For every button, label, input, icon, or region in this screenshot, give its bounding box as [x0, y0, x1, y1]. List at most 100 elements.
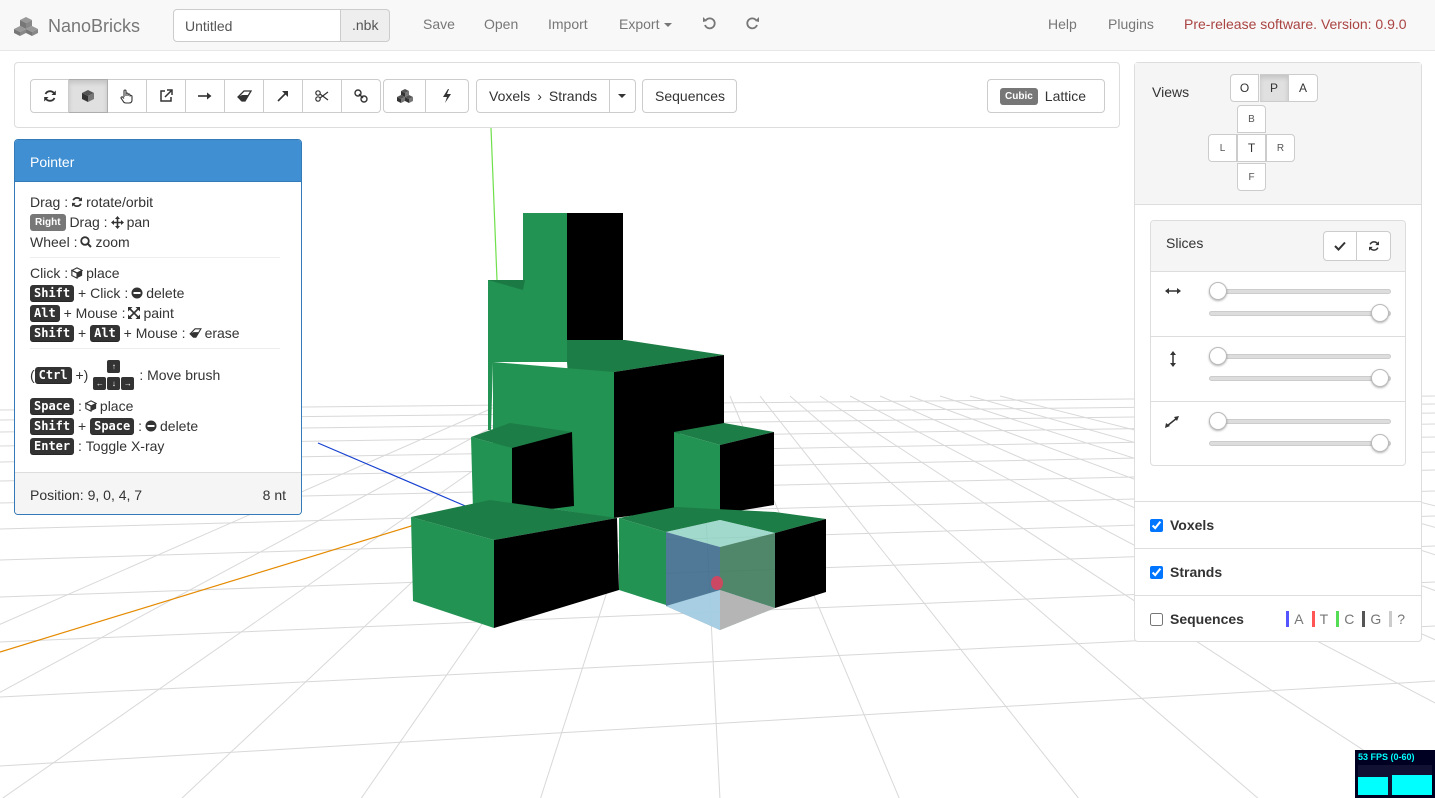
- refresh-icon: [1368, 241, 1379, 251]
- slice-y-min-slider[interactable]: [1209, 347, 1391, 365]
- view-panel: Views O P A B L T R F Slices Voxels Stra…: [1134, 62, 1422, 642]
- scissors-icon: [315, 90, 329, 102]
- help-erase-mouse-label: Mouse: [135, 325, 178, 341]
- front-view-button[interactable]: F: [1237, 163, 1266, 191]
- strand-tool-button[interactable]: [186, 79, 225, 113]
- bolt-tool-button[interactable]: [426, 79, 469, 113]
- hand-tool-button[interactable]: [108, 79, 147, 113]
- slider-handle[interactable]: [1371, 304, 1389, 322]
- slider-handle[interactable]: [1209, 412, 1227, 430]
- rotate-tool-button[interactable]: [30, 79, 69, 113]
- fps-meter[interactable]: 53 FPS (0-60): [1355, 750, 1435, 798]
- reset-slices-button[interactable]: [1357, 231, 1391, 261]
- position-readout: Position: 9, 0, 4, 7: [30, 487, 143, 503]
- open-link[interactable]: Open: [484, 16, 518, 32]
- slice-x-min-slider[interactable]: [1209, 282, 1391, 300]
- slider-handle[interactable]: [1371, 369, 1389, 387]
- import-link[interactable]: Import: [548, 16, 588, 32]
- apply-slices-button[interactable]: [1323, 231, 1357, 261]
- cubes-tool-button[interactable]: [383, 79, 426, 113]
- voxels-checkbox[interactable]: [1150, 518, 1163, 532]
- slice-x-max-slider[interactable]: [1209, 304, 1391, 322]
- sequences-label[interactable]: Sequences: [1170, 611, 1244, 627]
- slices-buttons: [1323, 231, 1391, 261]
- chevron-down-icon: [618, 94, 626, 98]
- help-link[interactable]: Help: [1048, 16, 1077, 32]
- arrow-right-icon: →: [121, 377, 135, 390]
- help-xray-text: Toggle X-ray: [85, 438, 165, 454]
- slider-handle[interactable]: [1371, 434, 1389, 452]
- eraser-tool-button[interactable]: [225, 79, 264, 113]
- ortho-view-button[interactable]: O: [1230, 74, 1259, 102]
- external-tool-button[interactable]: [147, 79, 186, 113]
- cut-tool-button[interactable]: [303, 79, 342, 113]
- redo-icon[interactable]: [745, 15, 759, 34]
- sequences-button[interactable]: Sequences: [642, 79, 737, 113]
- top-view-button[interactable]: T: [1237, 134, 1266, 162]
- lattice-button[interactable]: Cubic Lattice: [987, 79, 1105, 113]
- cube-icon: [82, 90, 94, 102]
- arrow-tool-button[interactable]: [264, 79, 303, 113]
- search-icon: [80, 236, 93, 248]
- slider-handle[interactable]: [1209, 282, 1227, 300]
- extra-tool-group: [383, 79, 469, 113]
- lattice-label: Lattice: [1044, 88, 1087, 104]
- right-view-button[interactable]: R: [1266, 134, 1295, 162]
- strands-checkbox[interactable]: [1150, 565, 1163, 579]
- help-move-brush: (Ctrl +) ↑ ← ↓ → : Move brush: [30, 354, 286, 396]
- x-axis: [0, 507, 471, 653]
- slider-handle[interactable]: [1209, 347, 1227, 365]
- help-space-place-text: place: [99, 398, 134, 414]
- horizontal-arrows-icon: [1165, 288, 1181, 294]
- back-view-button[interactable]: B: [1237, 105, 1266, 133]
- slice-z-min-slider[interactable]: [1209, 412, 1391, 430]
- filename-input[interactable]: [173, 9, 341, 42]
- link-tool-button[interactable]: [342, 79, 381, 113]
- help-shift-click-label: Click: [90, 285, 121, 301]
- mode-button[interactable]: Voxels › Strands: [476, 79, 610, 113]
- left-view-button[interactable]: L: [1208, 134, 1237, 162]
- voxels-label[interactable]: Voxels: [1170, 517, 1214, 533]
- link-icon: [354, 89, 368, 103]
- vertical-arrows-icon: [1170, 351, 1176, 367]
- pointer-help: Drag : rotate/orbit Right Drag : pan Whe…: [15, 182, 301, 456]
- shift-key: Shift: [30, 284, 75, 302]
- nucleotide-count: 8 nt: [262, 487, 286, 503]
- move-icon: [110, 215, 124, 229]
- help-rotate-text: rotate/orbit: [86, 194, 154, 210]
- help-enter: Enter : Toggle X-ray: [30, 436, 286, 456]
- anaglyph-view-button[interactable]: A: [1289, 74, 1318, 102]
- help-shift-alt-mouse: Shift + Alt + Mouse : erase: [30, 323, 286, 343]
- undo-icon[interactable]: [703, 15, 717, 34]
- shift-key: Shift: [30, 324, 75, 342]
- perspective-view-button[interactable]: P: [1260, 74, 1289, 102]
- rotate-icon: [43, 90, 56, 102]
- base-a: A: [1286, 611, 1307, 627]
- export-dropdown[interactable]: Export: [619, 16, 673, 32]
- plugins-link[interactable]: Plugins: [1108, 16, 1154, 32]
- cubes-icon: [396, 89, 413, 103]
- fps-text: 53 FPS (0-60): [1358, 752, 1415, 762]
- y-axis: [490, 127, 498, 281]
- brand[interactable]: NanoBricks: [14, 14, 140, 38]
- help-space-delete-text: delete: [160, 418, 199, 434]
- slice-y-max-slider[interactable]: [1209, 369, 1391, 387]
- alt-key: Alt: [30, 304, 60, 322]
- expand-icon: [128, 307, 141, 319]
- enter-key: Enter: [30, 437, 75, 455]
- slice-row-y: [1151, 337, 1405, 402]
- base-g: G: [1362, 611, 1385, 627]
- divider: [30, 257, 280, 258]
- strands-label[interactable]: Strands: [1170, 564, 1222, 580]
- cube-icon: [84, 400, 97, 412]
- eraser-icon: [236, 90, 252, 102]
- sequences-checkbox[interactable]: [1150, 612, 1163, 626]
- slices-title: Slices: [1166, 235, 1204, 251]
- mode-dropdown-toggle[interactable]: [610, 79, 636, 113]
- place-tool-button[interactable]: [69, 79, 108, 113]
- slice-z-max-slider[interactable]: [1209, 434, 1391, 452]
- navbar: NanoBricks .nbk Save Open Import Export …: [0, 0, 1435, 51]
- save-link[interactable]: Save: [423, 16, 455, 32]
- external-link-icon: [160, 89, 173, 102]
- alt-key: Alt: [90, 324, 120, 342]
